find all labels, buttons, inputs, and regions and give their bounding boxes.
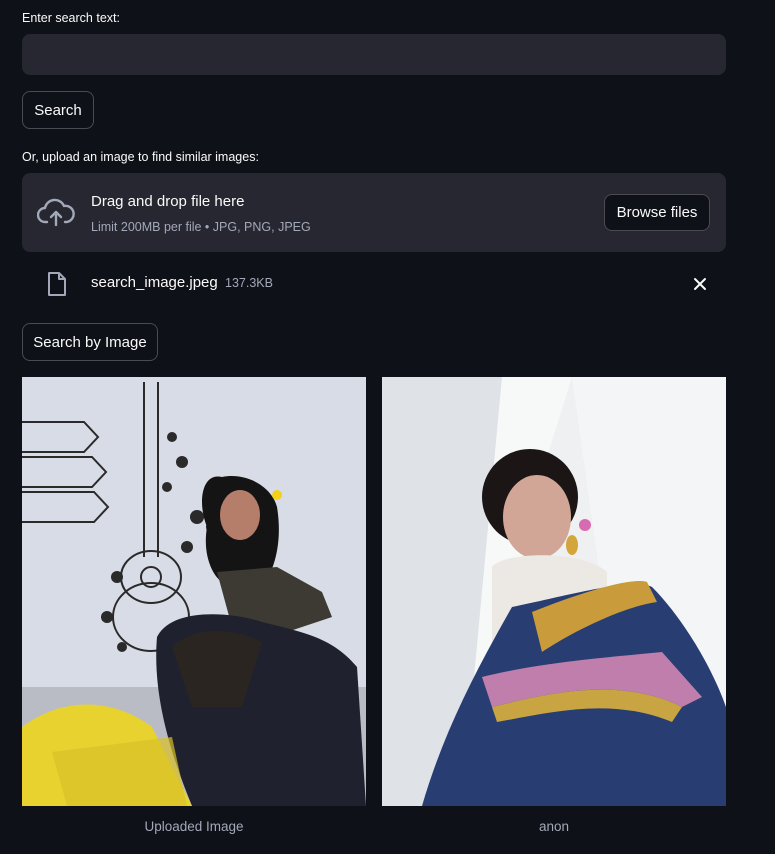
dropzone-limits: Limit 200MB per file • JPG, PNG, JPEG [91, 220, 311, 234]
uploaded-image [22, 377, 366, 806]
upload-label: Or, upload an image to find similar imag… [22, 150, 259, 164]
result-image-anon [382, 377, 726, 806]
app-page: Enter search text: Search Or, upload an … [0, 0, 775, 854]
result-caption: anon [538, 819, 570, 834]
file-name: search_image.jpeg [91, 274, 218, 291]
search-button[interactable]: Search [22, 91, 94, 129]
result-caption: Uploaded Image [144, 819, 244, 834]
cloud-upload-icon [37, 198, 75, 227]
search-label: Enter search text: [22, 11, 120, 25]
close-icon[interactable] [690, 274, 710, 294]
dropzone-title: Drag and drop file here [91, 193, 245, 210]
file-icon [48, 272, 66, 296]
search-by-image-button[interactable]: Search by Image [22, 323, 158, 361]
browse-files-button[interactable]: Browse files [604, 194, 710, 231]
uploaded-file-row: search_image.jpeg 137.3KB [22, 265, 726, 303]
search-input[interactable] [22, 34, 726, 75]
file-dropzone[interactable]: Drag and drop file here Limit 200MB per … [22, 173, 726, 252]
file-size: 137.3KB [225, 276, 273, 290]
